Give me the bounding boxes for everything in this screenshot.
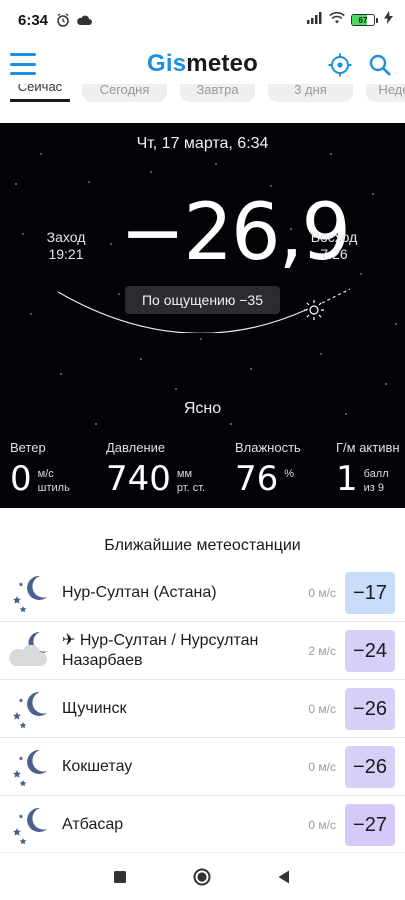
alarm-icon	[56, 13, 70, 27]
wind-desc: штиль	[37, 482, 70, 494]
station-temp: −24	[345, 630, 395, 672]
station-wind: 2 м/с	[308, 644, 336, 658]
station-wind: 0 м/с	[308, 760, 336, 774]
moon-stars-icon	[8, 802, 56, 848]
station-name: ✈ Нур-Султан / Нурсултан Назарбаев	[62, 632, 259, 669]
weather-condition: Ясно	[183, 400, 222, 417]
geomagnetic-metric: Г/м активн 1 балл из 9	[336, 440, 400, 497]
search-icon[interactable]	[367, 52, 393, 78]
sunrise-time: 7:26	[320, 246, 348, 262]
station-name: Атбасар	[62, 816, 124, 833]
humidity-metric: Влажность 76 %	[235, 440, 301, 497]
app-header: Gismeteo	[0, 40, 405, 90]
tab-tomorrow[interactable]: Завтра	[180, 84, 255, 102]
pressure-value: 740	[106, 459, 171, 499]
wind-unit: м/с	[37, 468, 54, 480]
battery-level: 67	[358, 15, 368, 25]
station-temp: −17	[345, 572, 395, 614]
wind-title: Ветер	[10, 440, 46, 455]
sunset-label: Заход	[46, 229, 86, 245]
station-wind: 0 м/с	[308, 586, 336, 600]
pressure-title: Давление	[106, 440, 166, 455]
recents-icon[interactable]	[110, 867, 130, 887]
cloud-icon	[76, 14, 93, 26]
pressure-unit-2: рт. ст.	[176, 482, 206, 494]
tab-today[interactable]: Сегодня	[82, 84, 167, 102]
station-row[interactable]: Щучинск 0 м/с −26	[0, 680, 405, 738]
pressure-unit: мм	[176, 468, 193, 480]
wifi-icon	[329, 11, 345, 29]
pressure-metric: Давление 740 мм рт. ст.	[106, 440, 205, 497]
station-temp: −27	[345, 804, 395, 846]
current-weather-panel: Чт, 17 марта, 6:34 Заход 19:21 −26,9 Вос…	[0, 123, 405, 508]
home-icon[interactable]	[192, 867, 212, 887]
station-row[interactable]: Атбасар 0 м/с −27	[0, 796, 405, 852]
status-time: 6:34	[18, 11, 49, 29]
station-temp: −26	[345, 746, 395, 788]
weather-date: Чт, 17 марта, 6:34	[136, 135, 269, 152]
sunrise-block: Восход 7:26	[298, 229, 370, 263]
station-row[interactable]: Нур-Султан (Астана) 0 м/с −17	[0, 564, 405, 622]
geomagnetic-scale: из 9	[363, 482, 385, 494]
tab-3days[interactable]: 3 дня	[268, 84, 353, 102]
feels-like-badge: По ощущению −35	[125, 286, 280, 314]
charging-icon	[384, 11, 393, 29]
forecast-tabs: Сейчас Сегодня Завтра 3 дня Неделя	[0, 84, 405, 104]
nearby-stations: Ближайшие метеостанции Нур-Султан (Астан…	[0, 508, 405, 852]
back-icon[interactable]	[274, 867, 294, 887]
moon-stars-icon	[8, 744, 56, 790]
station-wind: 0 м/с	[308, 702, 336, 716]
moon-stars-icon	[8, 570, 56, 616]
signal-icon	[307, 11, 323, 29]
logo-part-meteo: meteo	[186, 50, 258, 77]
moon-cloud-icon	[8, 628, 56, 674]
sunrise-label: Восход	[310, 229, 358, 245]
geomagnetic-title: Г/м активн	[336, 440, 400, 455]
sunset-block: Заход 19:21	[30, 229, 102, 263]
system-nav-bar	[0, 852, 405, 900]
station-row[interactable]: Кокшетау 0 м/с −26	[0, 738, 405, 796]
wind-value: 0	[10, 459, 32, 499]
station-row[interactable]: ✈ Нур-Султан / Нурсултан Назарбаев 2 м/с…	[0, 622, 405, 680]
status-bar: 6:34 67	[0, 0, 405, 40]
station-name: Кокшетау	[62, 758, 133, 775]
station-name: Нур-Султан (Астана)	[62, 584, 217, 601]
station-wind: 0 м/с	[308, 818, 336, 832]
logo-part-gis: Gis	[147, 50, 187, 77]
tab-week[interactable]: Неделя	[366, 84, 405, 102]
battery-icon: 67	[351, 14, 378, 26]
geomagnetic-unit: балл	[363, 468, 389, 480]
tab-now[interactable]: Сейчас	[10, 84, 70, 102]
wind-metric: Ветер 0 м/с штиль	[10, 440, 70, 497]
weather-metrics: Ветер 0 м/с штиль Давление 740 мм рт. ст…	[0, 440, 405, 508]
humidity-title: Влажность	[235, 440, 301, 455]
humidity-unit: %	[284, 468, 295, 480]
stations-title: Ближайшие метеостанции	[104, 537, 301, 554]
humidity-value: 76	[235, 459, 279, 499]
geomagnetic-value: 1	[336, 459, 358, 499]
locate-icon[interactable]	[327, 52, 353, 78]
moon-stars-icon	[8, 686, 56, 732]
sun-icon	[303, 299, 325, 326]
station-temp: −26	[345, 688, 395, 730]
sunset-time: 19:21	[48, 246, 84, 262]
station-name: Щучинск	[62, 700, 127, 717]
